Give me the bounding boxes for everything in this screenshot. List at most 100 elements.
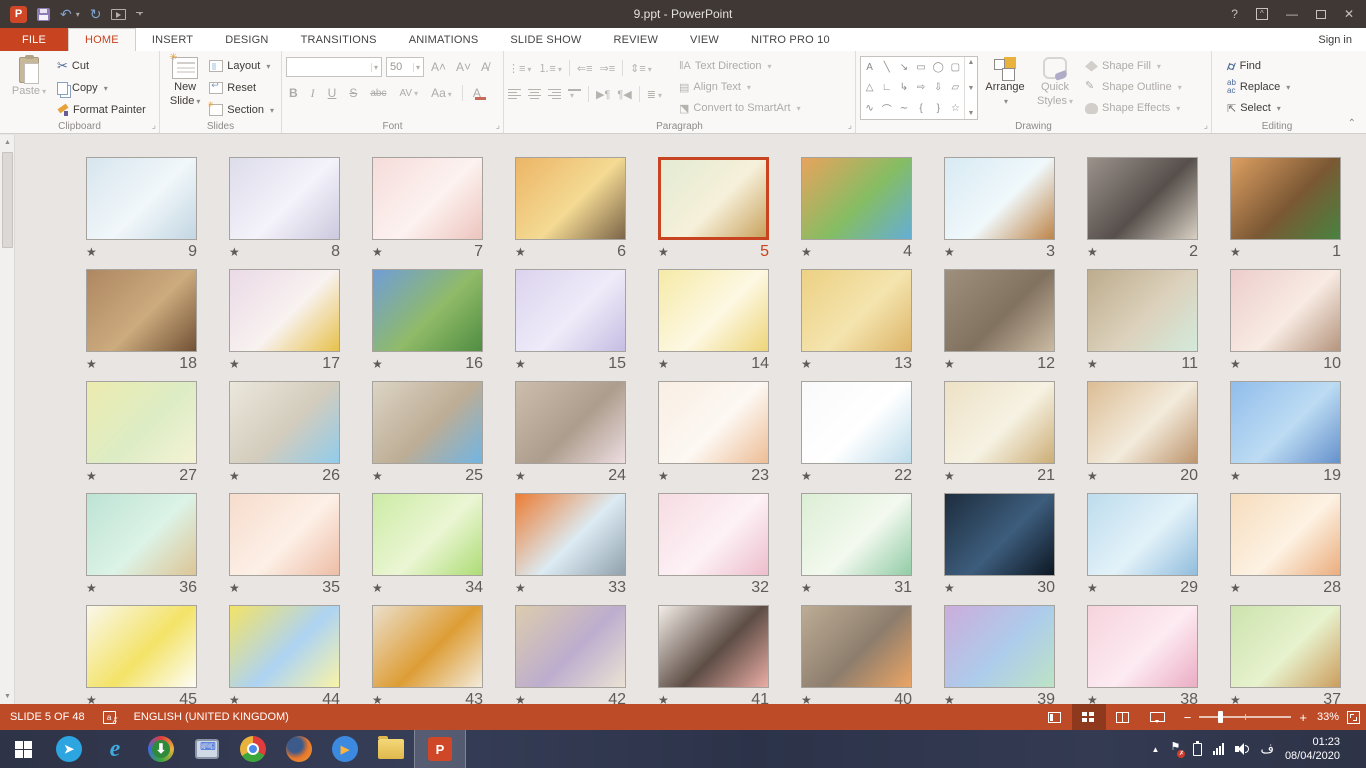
slide-thumbnail-18[interactable] <box>86 269 197 352</box>
slide-thumbnail-32[interactable] <box>658 493 769 576</box>
scroll-up-icon[interactable]: ▲ <box>0 135 15 150</box>
taskbar-file-explorer-button[interactable] <box>368 730 414 768</box>
slide-thumbnail-45[interactable] <box>86 605 197 688</box>
decrease-font-size-icon[interactable]: A˅ <box>453 60 474 74</box>
slide-thumbnail-7[interactable] <box>372 157 483 240</box>
undo-icon[interactable]: ↶ <box>60 7 72 21</box>
columns-icon[interactable]: ≣ <box>647 88 662 101</box>
shape-effects-button[interactable]: Shape Effects <box>1082 98 1185 118</box>
find-button[interactable]: ⌭Find <box>1224 56 1293 76</box>
shapes-scroll-down-icon[interactable]: ▼ <box>968 85 975 92</box>
shape-icon-1[interactable]: ╲ <box>884 62 890 73</box>
slide-thumbnail-25[interactable] <box>372 381 483 464</box>
animation-star-icon[interactable]: ★ <box>658 469 669 483</box>
align-text-button[interactable]: ▤Align Text <box>676 77 804 97</box>
tab-slide-show[interactable]: SLIDE SHOW <box>494 28 597 51</box>
animation-star-icon[interactable]: ★ <box>1230 469 1241 483</box>
slide-thumbnail-39[interactable] <box>944 605 1055 688</box>
cut-button[interactable]: ✂Cut <box>54 56 149 76</box>
decrease-indent-icon[interactable]: ⇐≡ <box>577 62 593 75</box>
slide-thumbnail-12[interactable] <box>944 269 1055 352</box>
shape-icon-15[interactable]: { <box>919 103 922 114</box>
font-size-dropdown-icon[interactable]: ▾ <box>413 63 420 72</box>
volume-icon[interactable] <box>1235 743 1249 755</box>
line-spacing-icon[interactable]: ⇕≡ <box>630 62 652 75</box>
animation-star-icon[interactable]: ★ <box>944 581 955 595</box>
animation-star-icon[interactable]: ★ <box>229 469 240 483</box>
tab-file[interactable]: FILE <box>0 28 68 51</box>
animation-star-icon[interactable]: ★ <box>229 581 240 595</box>
slide-thumbnail-33[interactable] <box>515 493 626 576</box>
slide-thumbnail-16[interactable] <box>372 269 483 352</box>
paragraph-dialog-launcher-icon[interactable]: ⌟ <box>848 120 852 131</box>
arrange-button[interactable]: Arrange <box>978 54 1032 103</box>
zoom-slider-thumb[interactable] <box>1218 711 1223 723</box>
slide-thumbnail-8[interactable] <box>229 157 340 240</box>
slide-thumbnail-34[interactable] <box>372 493 483 576</box>
increase-font-size-icon[interactable]: A˄ <box>428 60 449 74</box>
animation-star-icon[interactable]: ★ <box>1087 581 1098 595</box>
slide-thumbnail-6[interactable] <box>515 157 626 240</box>
select-button[interactable]: ⇱Select <box>1224 98 1293 118</box>
minimize-icon[interactable]: — <box>1286 7 1298 21</box>
shape-icon-17[interactable]: ☆ <box>951 103 960 114</box>
slide-thumbnail-20[interactable] <box>1087 381 1198 464</box>
customize-qat-icon[interactable]: ▾ <box>136 12 143 17</box>
powerpoint-app-icon[interactable]: P <box>10 6 27 23</box>
font-name-combo[interactable]: ▾ <box>286 57 382 77</box>
tab-insert[interactable]: INSERT <box>136 28 209 51</box>
tab-nitro-pro[interactable]: NITRO PRO 10 <box>735 28 846 51</box>
slide-thumbnail-17[interactable] <box>229 269 340 352</box>
clipboard-dialog-launcher-icon[interactable]: ⌟ <box>152 120 156 131</box>
shapes-more-icon[interactable]: ▼ <box>968 110 975 117</box>
text-direction-button[interactable]: ‖AText Direction <box>676 56 804 76</box>
slide-thumbnail-2[interactable] <box>1087 157 1198 240</box>
tab-view[interactable]: VIEW <box>674 28 735 51</box>
animation-star-icon[interactable]: ★ <box>944 245 955 259</box>
slide-thumbnail-10[interactable] <box>1230 269 1341 352</box>
animation-star-icon[interactable]: ★ <box>944 357 955 371</box>
italic-button[interactable]: I <box>308 86 318 101</box>
animation-star-icon[interactable]: ★ <box>86 357 97 371</box>
slide-thumbnail-26[interactable] <box>229 381 340 464</box>
shape-icon-6[interactable]: △ <box>866 82 874 93</box>
shapes-gallery-scrollbar[interactable]: ▲▼▼ <box>964 57 977 119</box>
animation-star-icon[interactable]: ★ <box>515 245 526 259</box>
slide-thumbnail-5[interactable] <box>658 157 769 240</box>
new-slide-button[interactable]: New Slide <box>164 54 206 108</box>
slide-thumbnail-27[interactable] <box>86 381 197 464</box>
taskbar-telegram-button[interactable]: ➤ <box>46 730 92 768</box>
taskbar-chrome-button[interactable] <box>230 730 276 768</box>
tab-review[interactable]: REVIEW <box>597 28 674 51</box>
show-hidden-icons-chevron[interactable]: ▲ <box>1152 745 1160 754</box>
right-to-left-icon[interactable]: ¶◀ <box>617 88 631 101</box>
justify-icon[interactable] <box>568 89 581 100</box>
taskbar-clock[interactable]: 01:23 08/04/2020 <box>1285 735 1340 763</box>
shape-icon-7[interactable]: ∟ <box>882 82 892 93</box>
slide-thumbnail-1[interactable] <box>1230 157 1341 240</box>
underline-button[interactable]: U <box>325 86 340 100</box>
animation-star-icon[interactable]: ★ <box>372 581 383 595</box>
animation-star-icon[interactable]: ★ <box>1087 469 1098 483</box>
copy-button[interactable]: Copy <box>54 78 149 98</box>
animation-star-icon[interactable]: ★ <box>86 245 97 259</box>
shape-icon-2[interactable]: ↘ <box>900 62 908 73</box>
layout-button[interactable]: Layout <box>206 56 277 76</box>
align-right-icon[interactable] <box>548 89 561 100</box>
animation-star-icon[interactable]: ★ <box>801 581 812 595</box>
power-icon[interactable] <box>1193 743 1202 756</box>
format-painter-button[interactable]: Format Painter <box>54 100 149 120</box>
slide-thumbnail-44[interactable] <box>229 605 340 688</box>
shape-icon-4[interactable]: ◯ <box>933 62 944 73</box>
close-icon[interactable]: ✕ <box>1344 7 1354 21</box>
animation-star-icon[interactable]: ★ <box>1230 245 1241 259</box>
spell-check-icon[interactable]: a <box>103 711 116 724</box>
animation-star-icon[interactable]: ★ <box>372 357 383 371</box>
slide-thumbnail-23[interactable] <box>658 381 769 464</box>
undo-dropdown-icon[interactable]: ▾ <box>76 10 80 19</box>
text-shadow-button[interactable]: abc <box>367 88 389 99</box>
shape-outline-button[interactable]: Shape Outline <box>1082 77 1185 97</box>
slide-thumbnail-14[interactable] <box>658 269 769 352</box>
animation-star-icon[interactable]: ★ <box>515 469 526 483</box>
animation-star-icon[interactable]: ★ <box>86 469 97 483</box>
